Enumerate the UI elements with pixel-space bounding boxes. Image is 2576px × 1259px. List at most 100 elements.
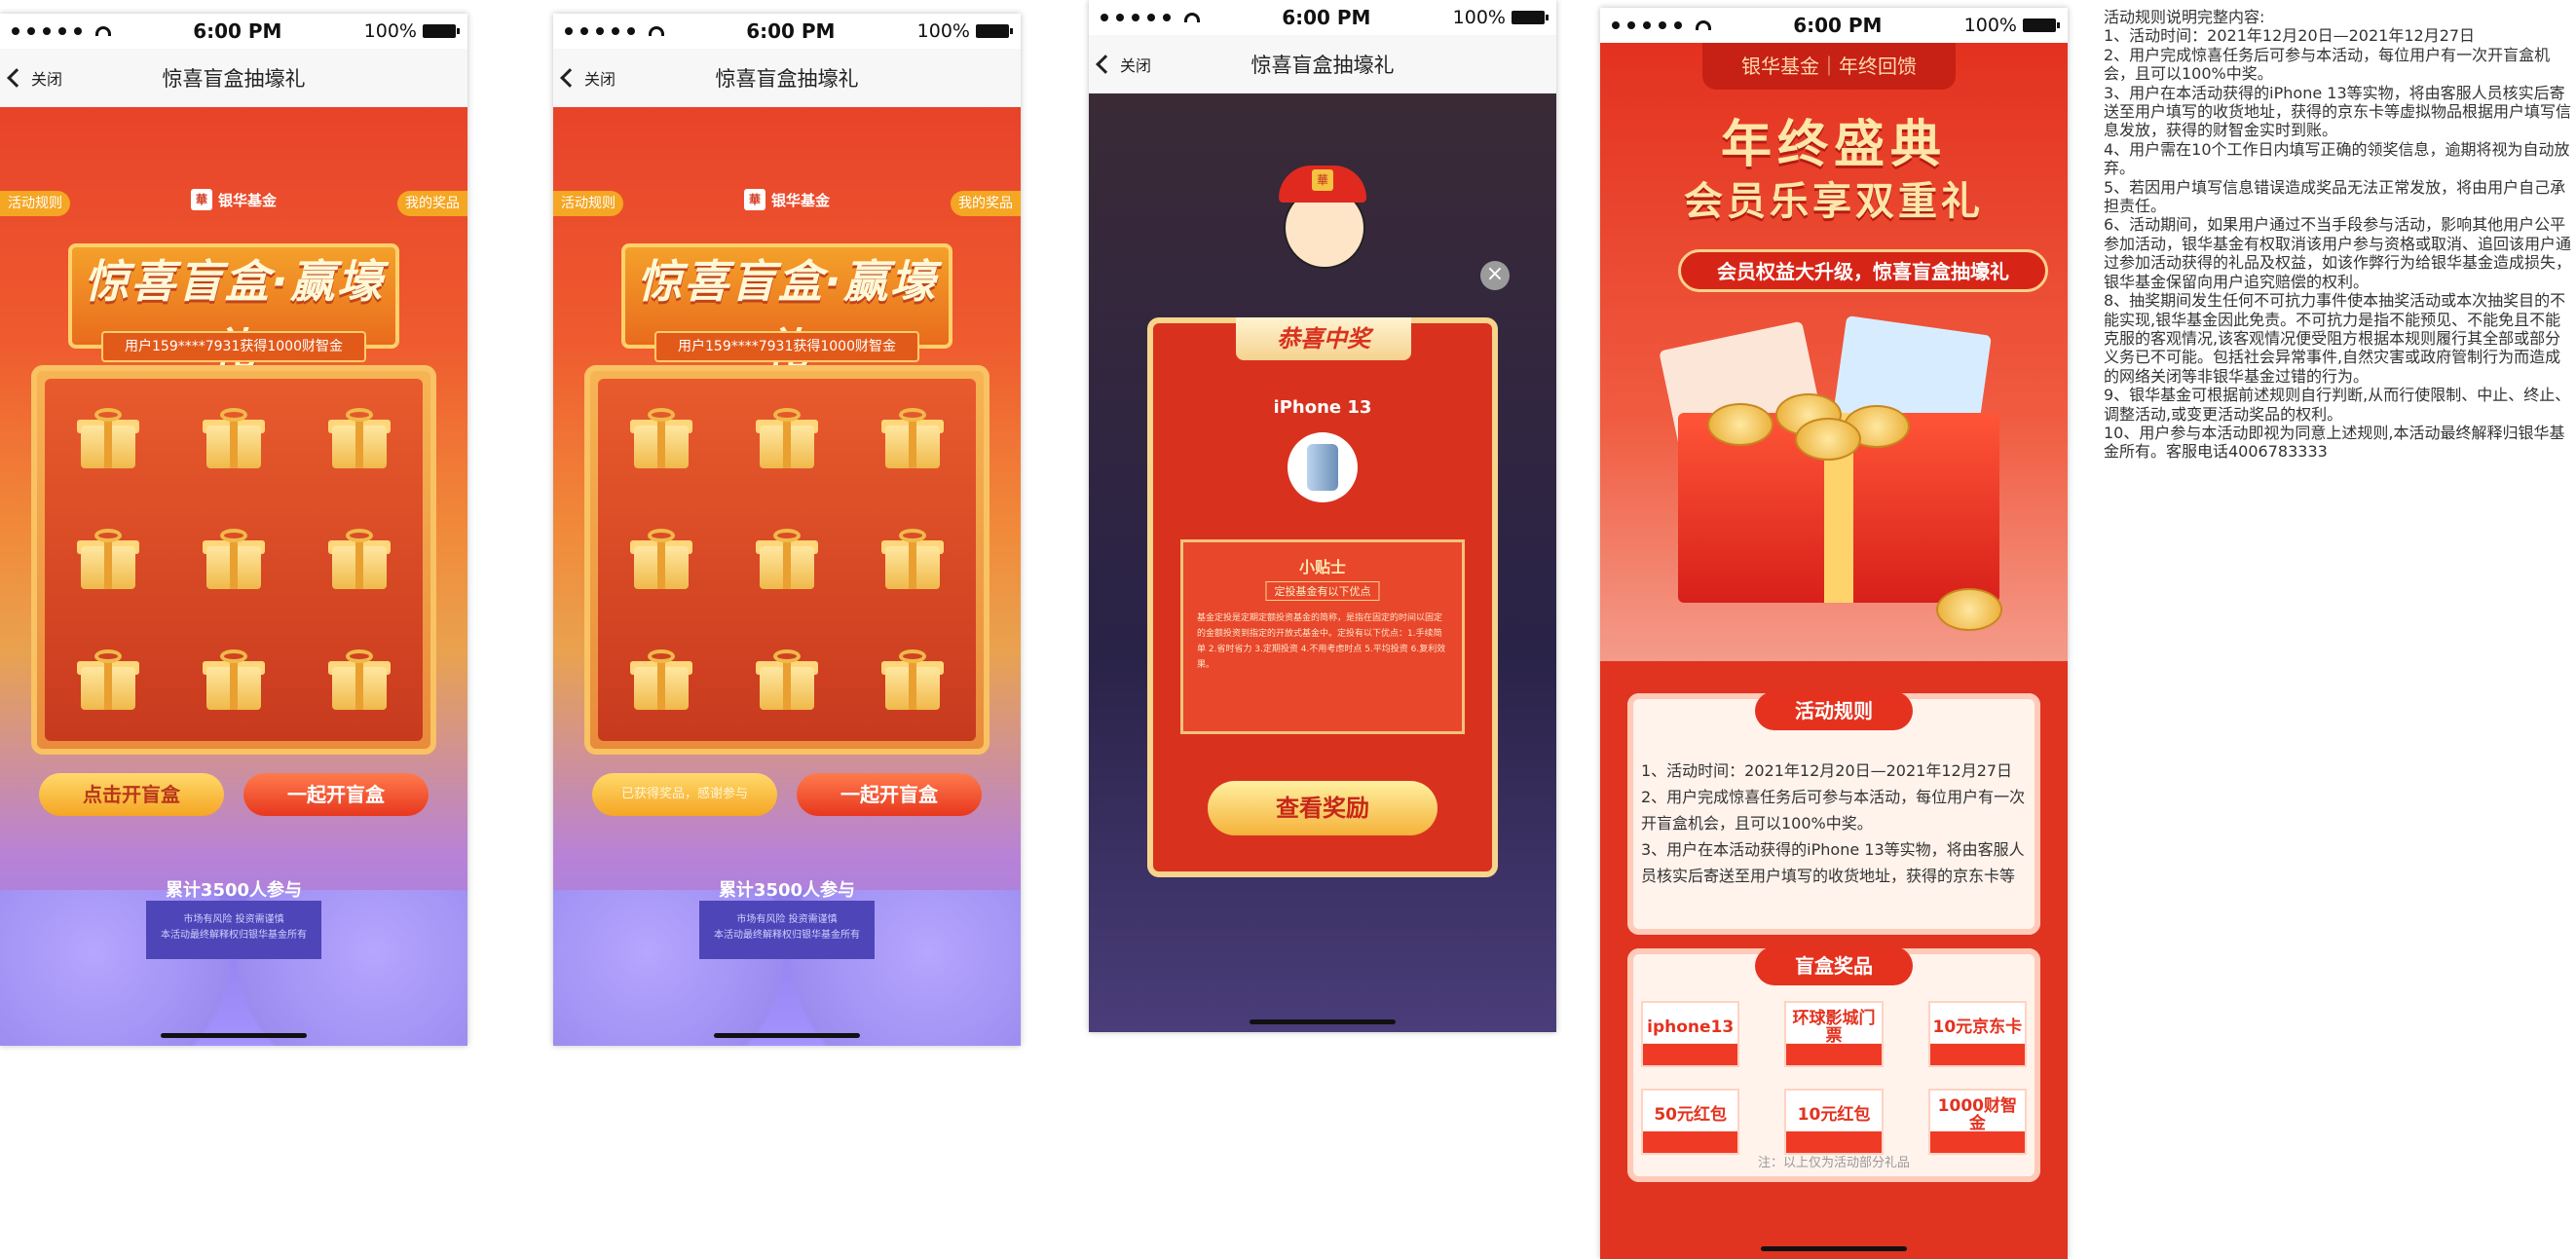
- gift-box-icon[interactable]: [76, 408, 139, 470]
- view-reward-button[interactable]: 查看奖励: [1208, 781, 1437, 835]
- risk-disclaimer: 市场有风险 投资需谨慎 本活动最终解释权归银华基金所有: [699, 901, 875, 959]
- wifi-icon: [95, 26, 111, 36]
- brand-logo: 華银华基金: [743, 189, 830, 210]
- open-box-button[interactable]: 点击开盲盒: [39, 773, 224, 816]
- signal-icon: [1612, 20, 1711, 30]
- prizes-heading: 盲盒奖品: [1755, 946, 1913, 985]
- tips-title: 小贴士: [1298, 558, 1346, 576]
- rules-text: 1、活动时间：2021年12月20日—2021年12月27日 2、用户完成惊喜任…: [1641, 761, 2026, 885]
- signal-icon: [12, 26, 111, 36]
- gift-box-icon[interactable]: [202, 649, 265, 712]
- status-bar: 6:00 PM 100%: [0, 14, 467, 49]
- hero-subtitle: 会员乐享双重礼: [1684, 179, 1984, 224]
- prize-item: 50元红包: [1641, 1089, 1740, 1155]
- rules-line: 10、用户参与本活动即视为同意上述规则,本活动最终解释归银华基金所有。客服电话4…: [2104, 423, 2565, 462]
- phone-screen-3: 6:00 PM 100% 关闭 惊喜盲盒抽壕礼 華 × 恭喜中奖 iPhone …: [1089, 0, 1556, 1032]
- wifi-icon: [1696, 20, 1711, 30]
- gift-box-icon[interactable]: [629, 649, 692, 712]
- game-title: 惊喜盲盒·赢壕礼: [637, 255, 937, 376]
- prize-item: 10元红包: [1784, 1089, 1884, 1155]
- gift-box-icon[interactable]: [76, 649, 139, 712]
- open-together-button[interactable]: 一起开盲盒: [797, 773, 982, 816]
- my-prizes-tag[interactable]: 我的奖品: [951, 191, 1021, 216]
- rules-heading: 活动规则: [1755, 691, 1913, 730]
- battery-icon: [975, 24, 1013, 38]
- gift-box-icon[interactable]: [629, 408, 692, 470]
- rules-tag[interactable]: 活动规则: [553, 191, 623, 216]
- phone-screen-1: 6:00 PM 100% 关闭 惊喜盲盒抽壕礼 活动规则 我的奖品 華银华基金 …: [0, 14, 467, 1046]
- rules-line: 3、用户在本活动获得的iPhone 13等实物，将由客服人员核实后寄送至用户填写…: [2104, 83, 2572, 140]
- tips-text: 基金定投是定期定额投资基金的简称，是指在固定的时间以固定的金额投资到指定的开放式…: [1197, 613, 1446, 670]
- prize-item: 10元京东卡: [1927, 1001, 2027, 1067]
- gift-box-icon[interactable]: [328, 529, 392, 591]
- participant-count: 累计3500人参与: [165, 880, 303, 901]
- battery-icon: [2022, 19, 2060, 32]
- my-prizes-tag[interactable]: 我的奖品: [397, 191, 467, 216]
- nav-bar: 关闭 惊喜盲盒抽壕礼: [553, 49, 1021, 107]
- brand-logo: 華银华基金: [190, 189, 277, 210]
- battery-percent: 100%: [1963, 15, 2017, 36]
- coin-icon: [1795, 418, 1861, 461]
- wifi-icon: [1184, 13, 1200, 22]
- gift-box-icon[interactable]: [202, 529, 265, 591]
- gift-box-icon[interactable]: [328, 408, 392, 470]
- hero-title: 年终盛典: [1720, 116, 1947, 174]
- page-title: 惊喜盲盒抽壕礼: [162, 67, 306, 91]
- close-button[interactable]: 关闭: [560, 66, 616, 90]
- status-time: 6:00 PM: [1793, 14, 1883, 37]
- blind-box-game: 活动规则 我的奖品 華银华基金 惊喜盲盒·赢壕礼 用户159****7931获得…: [553, 107, 1021, 1046]
- close-label: 关闭: [1120, 56, 1152, 75]
- gift-box-icon[interactable]: [755, 649, 818, 712]
- status-bar: 6:00 PM 100%: [1600, 8, 2068, 43]
- rules-line: 9、银华基金可根据前述规则自行判断,从而行使限制、中止、终止、调整活动,或变更活…: [2104, 386, 2571, 424]
- chevron-left-icon: [560, 68, 579, 88]
- close-label: 关闭: [584, 70, 616, 89]
- gift-box-icon[interactable]: [755, 408, 818, 470]
- rules-tag[interactable]: 活动规则: [0, 191, 70, 216]
- nav-bar: 关闭 惊喜盲盒抽壕礼: [1089, 35, 1556, 93]
- close-icon[interactable]: ×: [1480, 261, 1510, 290]
- gift-box-icon[interactable]: [755, 529, 818, 591]
- winner-notice: 用户159****7931获得1000财智金: [101, 331, 366, 362]
- rules-section: 活动规则 1、活动时间：2021年12月20日—2021年12月27日 2、用户…: [1627, 691, 2040, 935]
- gift-cabinet: [584, 365, 989, 755]
- status-time: 6:00 PM: [1282, 6, 1371, 29]
- status-time: 6:00 PM: [746, 19, 836, 43]
- battery-percent: 100%: [916, 20, 970, 42]
- page-title: 惊喜盲盒抽壕礼: [715, 67, 859, 91]
- blind-box-game: 活动规则 我的奖品 華银华基金 惊喜盲盒·赢壕礼 用户159****7931获得…: [0, 107, 467, 1046]
- rules-line: 5、若因用户填写信息错误造成奖品无法正常发放，将由用户自己承担责任。: [2104, 177, 2566, 216]
- home-indicator: [1250, 1019, 1396, 1024]
- gift-box-icon[interactable]: [76, 529, 139, 591]
- gift-box-icon[interactable]: [881, 649, 945, 712]
- home-indicator: [1761, 1246, 1907, 1251]
- hero-banner: 银华基金｜年终回馈 年终盛典 会员乐享双重礼 会员权益大升级，惊喜盲盒抽壕礼: [1600, 43, 2068, 661]
- gift-box-icon[interactable]: [629, 529, 692, 591]
- prizes-section: 盲盒奖品 iphone13 环球影城门票 10元京东卡 50元红包 10元红包 …: [1627, 946, 2040, 1182]
- close-button[interactable]: 关闭: [7, 66, 63, 90]
- gift-box-icon[interactable]: [328, 649, 392, 712]
- hero-slogan: 会员权益大升级，惊喜盲盒抽壕礼: [1678, 249, 2048, 292]
- chevron-left-icon: [1096, 55, 1115, 74]
- gift-box-icon[interactable]: [202, 408, 265, 470]
- gift-box-icon[interactable]: [881, 408, 945, 470]
- title-board: 惊喜盲盒·赢壕礼 用户159****7931获得1000财智金: [68, 243, 399, 376]
- close-button[interactable]: 关闭: [1096, 53, 1152, 76]
- hat-badge: 華: [1312, 169, 1333, 191]
- congrats-title: 恭喜中奖: [1236, 317, 1411, 360]
- game-title: 惊喜盲盒·赢壕礼: [84, 255, 384, 376]
- status-time: 6:00 PM: [193, 19, 282, 43]
- prize-name: iPhone 13: [1273, 397, 1372, 418]
- open-together-button[interactable]: 一起开盲盒: [243, 773, 429, 816]
- gift-cabinet: [31, 365, 436, 755]
- rules-line: 4、用户需在10个工作日内填写正确的领奖信息，逾期将视为自动放弃。: [2104, 139, 2570, 178]
- battery-percent: 100%: [363, 20, 417, 42]
- open-box-button-disabled[interactable]: 已获得奖品，感谢参与: [592, 773, 777, 816]
- campaign-page: 银华基金｜年终回馈 年终盛典 会员乐享双重礼 会员权益大升级，惊喜盲盒抽壕礼 活…: [1600, 43, 2068, 1259]
- rules-line: 1、活动时间：2021年12月20日—2021年12月27日: [2104, 26, 2476, 46]
- gift-box-icon[interactable]: [881, 529, 945, 591]
- coin-icon: [1707, 403, 1773, 446]
- signal-icon: [565, 26, 664, 36]
- phone-screen-2: 6:00 PM 100% 关闭 惊喜盲盒抽壕礼 活动规则 我的奖品 華银华基金 …: [553, 14, 1021, 1046]
- close-label: 关闭: [31, 70, 63, 89]
